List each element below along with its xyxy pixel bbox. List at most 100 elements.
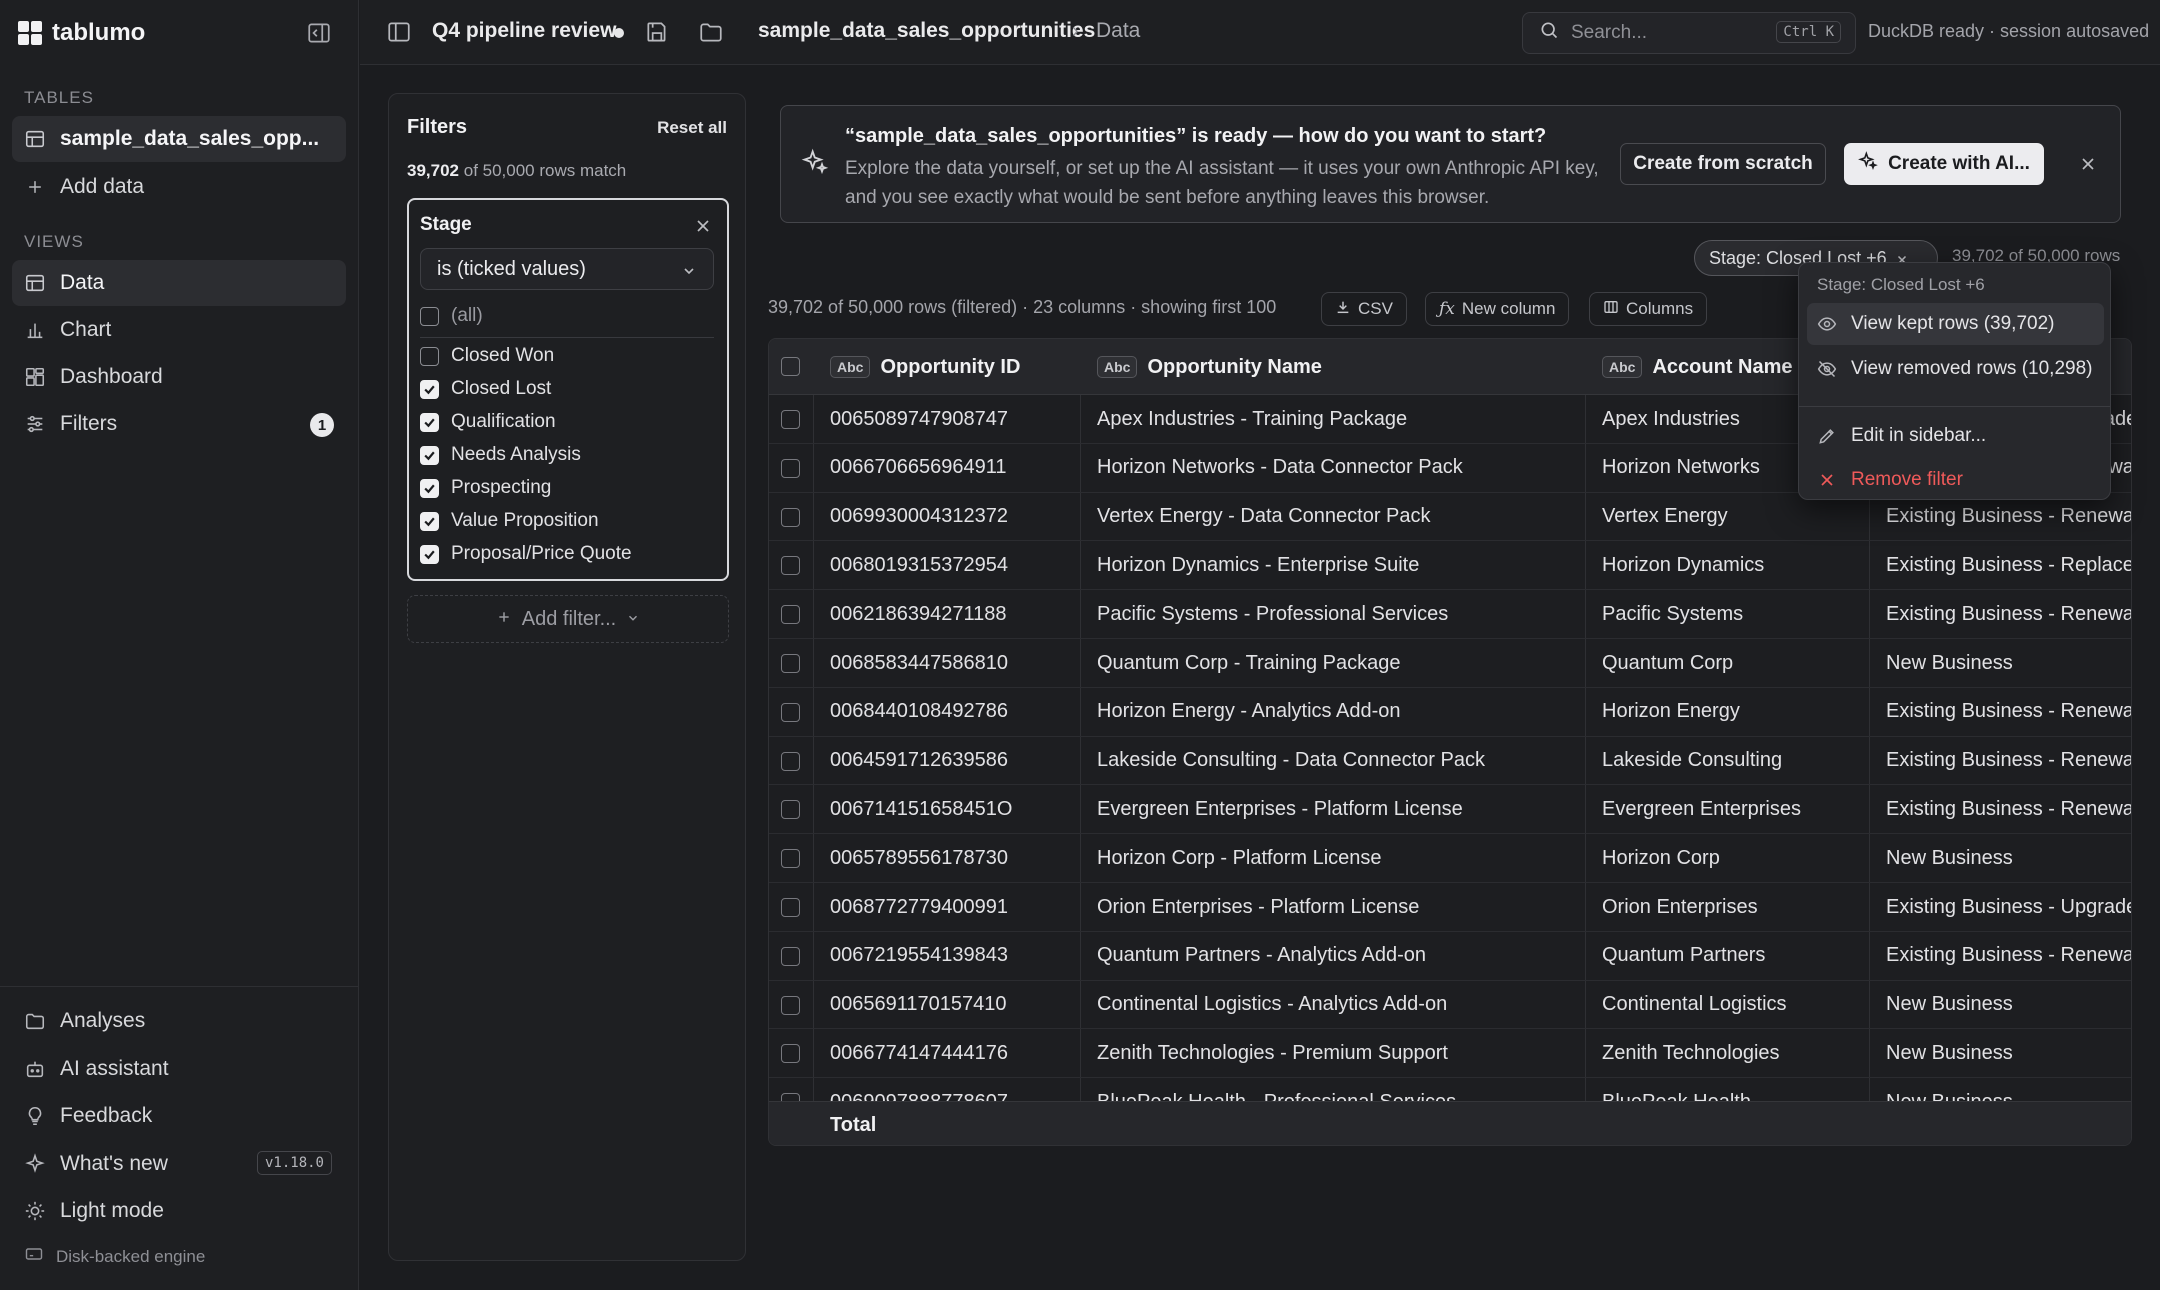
- stage-option[interactable]: Closed Lost: [420, 378, 551, 400]
- open-folder-icon[interactable]: [698, 19, 724, 45]
- table-cell[interactable]: Lakeside Consulting - Data Connector Pac…: [1097, 737, 1577, 785]
- checkbox-checked[interactable]: [420, 412, 439, 432]
- table-row[interactable]: 0068440108492786 Horizon Energy - Analyti…: [769, 688, 2131, 737]
- edit-in-sidebar-item[interactable]: Edit in sidebar...: [1807, 415, 2104, 457]
- checkbox-checked[interactable]: [420, 511, 439, 531]
- reset-all-button[interactable]: Reset all: [657, 118, 727, 138]
- row-checkbox[interactable]: [781, 1044, 800, 1064]
- table-cell[interactable]: Horizon Networks - Data Connector Pack: [1097, 444, 1577, 492]
- close-icon[interactable]: [2078, 154, 2098, 174]
- table-cell[interactable]: 0067219554139843: [830, 932, 1070, 980]
- table-cell[interactable]: 0068019315372954: [830, 541, 1070, 589]
- row-checkbox[interactable]: [781, 702, 800, 722]
- brand[interactable]: tablumo: [18, 18, 145, 48]
- stage-option[interactable]: Value Proposition: [420, 510, 599, 532]
- table-cell[interactable]: Apex Industries - Training Package: [1097, 395, 1577, 443]
- table-cell[interactable]: 0065089747908747: [830, 395, 1070, 443]
- table-row[interactable]: 0065789556178730 Horizon Corp - Platform …: [769, 834, 2131, 883]
- filter-mode-select[interactable]: is (ticked values): [420, 248, 714, 290]
- table-cell[interactable]: Quantum Corp: [1602, 639, 1872, 687]
- table-cell[interactable]: Continental Logistics - Analytics Add-on: [1097, 981, 1577, 1029]
- table-cell[interactable]: 0069930004312372: [830, 493, 1070, 541]
- table-cell[interactable]: New Business: [1886, 981, 2131, 1029]
- stage-option[interactable]: Qualification: [420, 411, 556, 433]
- table-row[interactable]: 0068583447586810 Quantum Corp - Training …: [769, 639, 2131, 688]
- new-column-button[interactable]: ƒx New column: [1425, 292, 1570, 326]
- table-cell[interactable]: Orion Enterprises: [1602, 883, 1872, 931]
- row-checkbox[interactable]: [781, 800, 800, 820]
- table-row[interactable]: 0065691170157410 Continental Logistics - …: [769, 981, 2131, 1030]
- sidebar-item-whats-new[interactable]: What's new v1.18.0: [12, 1141, 346, 1187]
- add-data-button[interactable]: Add data: [12, 164, 346, 210]
- table-cell[interactable]: Existing Business - Upgrade: [1886, 883, 2131, 931]
- view-removed-rows-item[interactable]: View removed rows (10,298): [1807, 348, 2104, 390]
- stage-option[interactable]: Closed Won: [420, 345, 554, 367]
- table-cell[interactable]: Horizon Corp: [1602, 834, 1872, 882]
- stage-option[interactable]: Prospecting: [420, 477, 551, 499]
- table-row[interactable]: 0066774147444176 Zenith Technologies - Pr…: [769, 1029, 2131, 1079]
- checkbox-checked[interactable]: [420, 478, 439, 498]
- table-cell[interactable]: Zenith Technologies: [1602, 1029, 1872, 1077]
- row-checkbox[interactable]: [781, 898, 800, 917]
- table-cell[interactable]: Existing Business - Renewal: [1886, 590, 2131, 638]
- option-all[interactable]: (all): [420, 305, 483, 327]
- table-cell[interactable]: Pacific Systems - Professional Services: [1097, 590, 1577, 638]
- sidebar-item-ai-assistant[interactable]: AI assistant: [12, 1046, 346, 1092]
- table-cell[interactable]: New Business: [1886, 1029, 2131, 1077]
- table-cell[interactable]: Horizon Energy: [1602, 688, 1872, 736]
- table-cell[interactable]: New Business: [1886, 639, 2131, 687]
- table-cell[interactable]: 0068583447586810: [830, 639, 1070, 687]
- table-cell[interactable]: Existing Business - Renewal: [1886, 932, 2131, 980]
- table-cell[interactable]: Quantum Partners: [1602, 932, 1872, 980]
- table-cell[interactable]: 0068772779400991: [830, 883, 1070, 931]
- table-cell[interactable]: Horizon Dynamics - Enterprise Suite: [1097, 541, 1577, 589]
- table-row[interactable]: 0067219554139843 Quantum Partners - Analy…: [769, 932, 2131, 981]
- table-cell[interactable]: 0064591712639586: [830, 737, 1070, 785]
- table-cell[interactable]: Evergreen Enterprises: [1602, 785, 1872, 833]
- table-cell[interactable]: Existing Business - Renewal: [1886, 785, 2131, 833]
- row-checkbox[interactable]: [781, 751, 800, 771]
- sidebar-item-filters[interactable]: Filters 1: [12, 401, 346, 447]
- table-cell[interactable]: New Business: [1886, 834, 2131, 882]
- row-checkbox[interactable]: [781, 410, 800, 429]
- table-cell[interactable]: Horizon Corp - Platform License: [1097, 834, 1577, 882]
- search-input[interactable]: [1571, 22, 1761, 44]
- table-cell[interactable]: Horizon Dynamics: [1602, 541, 1872, 589]
- checkbox-checked[interactable]: [420, 379, 439, 399]
- table-cell[interactable]: Horizon Energy - Analytics Add-on: [1097, 688, 1577, 736]
- table-cell[interactable]: 0066706656964911: [830, 444, 1070, 492]
- table-cell[interactable]: 006714151658451O: [830, 785, 1070, 833]
- table-cell[interactable]: Existing Business - Replacement: [1886, 541, 2131, 589]
- sidebar-item-light-mode[interactable]: Light mode: [12, 1188, 346, 1234]
- table-cell[interactable]: 0068440108492786: [830, 688, 1070, 736]
- table-cell[interactable]: 0066774147444176: [830, 1029, 1070, 1077]
- sidebar-item-table[interactable]: sample_data_sales_opp...: [12, 116, 346, 162]
- table-cell[interactable]: Quantum Partners - Analytics Add-on: [1097, 932, 1577, 980]
- table-row[interactable]: 0064591712639586 Lakeside Consulting - Da…: [769, 737, 2131, 786]
- save-icon[interactable]: [644, 19, 670, 45]
- checkbox[interactable]: [420, 346, 439, 366]
- create-with-ai-button[interactable]: Create with AI...: [1844, 143, 2044, 185]
- export-csv-button[interactable]: CSV: [1321, 292, 1407, 326]
- view-kept-rows-item[interactable]: View kept rows (39,702): [1807, 303, 2104, 345]
- sidebar-item-chart[interactable]: Chart: [12, 307, 346, 353]
- table-cell[interactable]: Continental Logistics: [1602, 981, 1872, 1029]
- table-cell[interactable]: 0065691170157410: [830, 981, 1070, 1029]
- breadcrumb-table[interactable]: sample_data_sales_opportunities: [758, 19, 1095, 43]
- row-checkbox[interactable]: [781, 946, 800, 966]
- table-cell[interactable]: Quantum Corp - Training Package: [1097, 639, 1577, 687]
- table-row[interactable]: 0062186394271188 Pacific Systems - Profes…: [769, 590, 2131, 639]
- table-cell[interactable]: Zenith Technologies - Premium Support: [1097, 1029, 1577, 1077]
- stage-option[interactable]: Needs Analysis: [420, 444, 581, 466]
- toggle-panel-icon[interactable]: [386, 19, 412, 45]
- table-cell[interactable]: Vertex Energy - Data Connector Pack: [1097, 493, 1577, 541]
- search-box[interactable]: Ctrl K: [1522, 12, 1856, 54]
- checkbox-checked[interactable]: [420, 544, 439, 564]
- create-from-scratch-button[interactable]: Create from scratch: [1620, 143, 1826, 185]
- select-all-checkbox[interactable]: [781, 357, 800, 376]
- columns-button[interactable]: Columns: [1589, 292, 1708, 326]
- add-filter-button[interactable]: Add filter...: [407, 595, 729, 643]
- row-checkbox[interactable]: [781, 995, 800, 1015]
- sidebar-item-analyses[interactable]: Analyses: [12, 998, 346, 1044]
- row-checkbox[interactable]: [781, 556, 800, 576]
